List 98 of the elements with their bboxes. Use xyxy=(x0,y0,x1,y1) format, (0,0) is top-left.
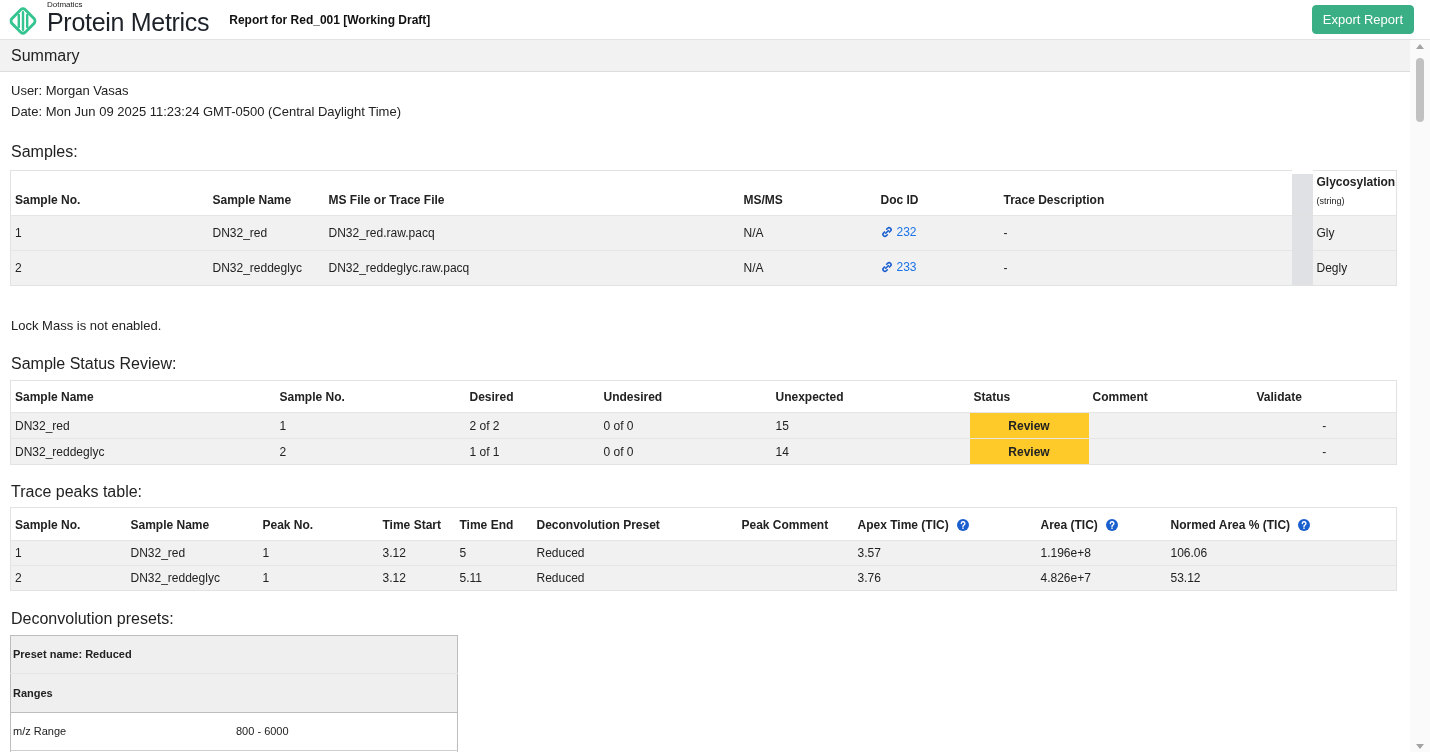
table-cell: DN32_red xyxy=(10,412,276,439)
table-cell: 2 of 2 xyxy=(465,412,600,439)
table-cell: N/A xyxy=(739,215,877,251)
table-cell: 53.12 xyxy=(1166,565,1397,591)
brand-caption: Dotmatics xyxy=(47,0,84,9)
section-heading: Deconvolution presets: xyxy=(11,609,175,629)
section-heading: Sample Status Review: xyxy=(11,354,178,374)
column-header: Deconvolution Preset xyxy=(536,518,660,532)
table-cell: 1 of 1 xyxy=(465,438,600,465)
table-cell: 15 xyxy=(771,412,970,439)
scrollbar-track[interactable] xyxy=(1410,40,1430,752)
column-header: Sample No. xyxy=(279,390,345,404)
date-text: Date: Mon Jun 09 2025 11:23:24 GMT-0500 (Central Daylight Time) xyxy=(10,103,402,121)
help-icon[interactable] xyxy=(1298,519,1311,531)
doc-id-link[interactable]: 232 xyxy=(880,223,917,241)
table-cell: DN32_reddeglyc.raw.pacq xyxy=(324,250,740,286)
table-cell: 1.196e+8 xyxy=(1036,540,1167,566)
export-report-button[interactable]: Export Report xyxy=(1311,5,1414,34)
table-cell: 2 xyxy=(10,250,209,286)
column-header: Validate xyxy=(1256,390,1302,404)
help-icon[interactable] xyxy=(1105,519,1118,531)
table-cell: 3.57 xyxy=(853,540,1037,566)
logo-icon xyxy=(9,6,37,35)
table-cell: - xyxy=(1252,438,1397,465)
table-cell: N/A xyxy=(739,250,877,286)
column-header: Undesired xyxy=(603,390,663,404)
table-cell: DN32_reddeglyc xyxy=(10,438,276,465)
column-header: Peak Comment xyxy=(741,518,829,532)
table-cell: 2 xyxy=(275,438,466,465)
table-cell: Reduced xyxy=(532,540,738,566)
column-header: Normed Area % (TIC) xyxy=(1170,518,1291,532)
column-header: Doc ID xyxy=(880,193,919,207)
table-cell: 0 of 0 xyxy=(599,412,772,439)
table-cell: 1 xyxy=(275,412,466,439)
status-cell: Review xyxy=(969,438,1089,465)
brand-name: Protein Metrics xyxy=(47,9,210,35)
link-icon xyxy=(880,226,893,238)
column-header: Trace Description xyxy=(1003,193,1105,207)
column-header: Sample Name xyxy=(15,390,94,404)
table-cell: 3.12 xyxy=(378,540,456,566)
table-cell: 106.06 xyxy=(1166,540,1397,566)
table-cell: 2 xyxy=(10,565,127,591)
column-type-note: (string) xyxy=(1316,196,1345,206)
column-header: Peak No. xyxy=(262,518,314,532)
section-title: Summary xyxy=(11,45,80,66)
scrollbar-thumb[interactable] xyxy=(1416,58,1424,122)
table-cell: 1 xyxy=(10,215,209,251)
table-cell: 1 xyxy=(258,565,379,591)
column-header: Area (TIC) xyxy=(1040,518,1098,532)
scroll-up-arrow-icon[interactable] xyxy=(1416,44,1424,49)
preset-name: Preset name: Reduced xyxy=(10,635,458,674)
column-header: MS File or Trace File xyxy=(328,193,445,207)
table-cell: 5 xyxy=(455,540,533,566)
table-cell: 800 - 6000 xyxy=(234,712,458,751)
table-cell: 5.11 xyxy=(455,565,533,591)
group-header: Ranges xyxy=(10,673,458,713)
section-heading: Trace peaks table: xyxy=(11,482,144,502)
report-title: Report for Red_001 [Working Draft] xyxy=(229,11,431,29)
table-cell: - xyxy=(999,250,1292,286)
column-header: Sample Name xyxy=(212,193,292,207)
status-cell: Review xyxy=(969,412,1089,439)
user-text: User: Morgan Vasas xyxy=(10,82,130,100)
column-header: MS/MS xyxy=(743,193,783,207)
section-heading: Samples: xyxy=(11,142,79,162)
table-cell: - xyxy=(1252,412,1397,439)
table-cell: 1 xyxy=(10,540,127,566)
doc-id-link[interactable]: 233 xyxy=(880,258,917,276)
table-cell: DN32_reddeglyc xyxy=(208,250,325,286)
table-cell: Degly xyxy=(1312,250,1397,286)
table-cell: m/z Range xyxy=(10,712,234,751)
column-header: Unexpected xyxy=(775,390,844,404)
column-header: Status xyxy=(973,390,1011,404)
column-header: Time End xyxy=(459,518,514,532)
table-cell: - xyxy=(999,215,1292,251)
table-cell: Gly xyxy=(1312,215,1397,251)
help-icon[interactable] xyxy=(956,519,969,531)
column-header: Time Start xyxy=(382,518,441,532)
table-cell: DN32_red.raw.pacq xyxy=(324,215,740,251)
table-cell: 3.76 xyxy=(853,565,1037,591)
scroll-down-arrow-icon[interactable] xyxy=(1416,744,1424,749)
column-header: Sample Name xyxy=(130,518,210,532)
table-cell: Reduced xyxy=(532,565,738,591)
column-header: Sample No. xyxy=(15,193,81,207)
table-cell: 1 xyxy=(258,540,379,566)
column-header: Glycosylation xyxy=(1316,175,1396,189)
table-cell: 14 xyxy=(771,438,970,465)
link-icon xyxy=(880,261,893,273)
table-cell: 3.12 xyxy=(378,565,456,591)
column-header: Desired xyxy=(469,390,514,404)
column-header: Comment xyxy=(1092,390,1148,404)
column-header: Sample No. xyxy=(15,518,81,532)
table-cell: 4.826e+7 xyxy=(1036,565,1167,591)
table-cell: DN32_reddeglyc xyxy=(126,565,259,591)
column-header: Apex Time (TIC) xyxy=(857,518,949,532)
table-cell: 0 of 0 xyxy=(599,438,772,465)
table-cell: DN32_red xyxy=(208,215,325,251)
table-cell: DN32_red xyxy=(126,540,259,566)
lock-mass-note: Lock Mass is not enabled. xyxy=(10,317,163,335)
